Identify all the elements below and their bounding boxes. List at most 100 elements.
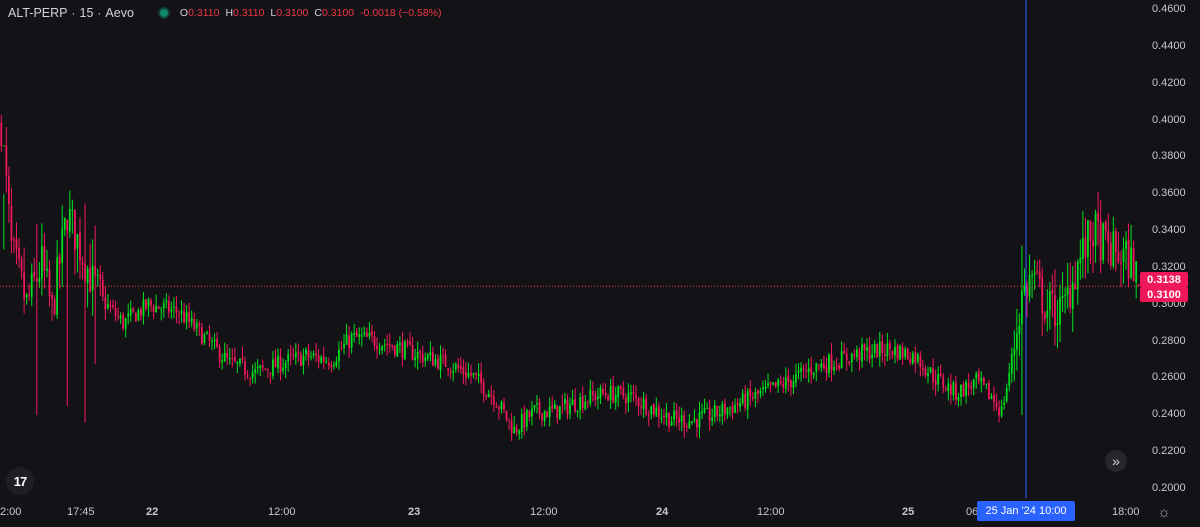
candle-body [332,364,335,367]
candle [1112,216,1115,269]
candle [863,343,866,361]
tradingview-logo-icon[interactable]: 17 [6,467,34,495]
candle-body [348,335,350,348]
price-tick-label: 0.4200 [1152,76,1186,89]
candle-body [640,406,642,408]
candle [990,393,993,400]
candle [866,338,868,362]
candle [690,420,693,425]
candle [61,205,64,287]
high-value: 0.3110 [233,7,265,19]
candle [965,379,967,404]
candle [25,293,28,305]
candle [734,398,736,414]
time-tick-label: 18:00 [1112,506,1140,518]
candle [7,166,10,223]
candle-body [744,393,747,409]
candle [652,403,655,418]
candle-body [990,396,993,399]
candle-body [33,271,36,278]
candle-body [678,416,681,423]
candle-body [1089,220,1092,241]
price-axis[interactable]: 0.2000 0.2200 0.2400 0.2600 0.2800 0.3000 0.32… [1140,0,1200,498]
candle-body [317,355,320,362]
candle [597,387,599,410]
candle-body [216,338,218,347]
candle-body [624,398,627,404]
time-tick-label: 12:00 [268,506,296,518]
candle [411,336,414,361]
time-axis[interactable]: 2:00 17:45 22 12:00 23 12:00 24 12:00 25 06 18:00 [0,498,1140,527]
candle [89,244,92,293]
candle [1097,191,1099,246]
candle [287,349,290,372]
candle [1114,227,1117,272]
candle [985,383,988,390]
legend-symbol[interactable]: ALT-PERP [8,6,68,20]
candle [1005,383,1008,404]
candlestick-chart[interactable] [0,0,1200,527]
candle-body [833,367,835,371]
candle-body [894,346,896,356]
scroll-to-realtime-icon[interactable]: » [1105,450,1127,472]
candle [223,342,226,362]
candle [335,356,338,368]
candle-body [289,353,292,355]
candle-body [335,361,338,366]
candle [1117,231,1120,264]
candle-body [142,299,145,316]
candle [988,379,990,400]
candle [1038,259,1041,288]
candle-body [396,343,399,357]
candle [272,351,274,380]
legend-interval[interactable]: 15 [80,6,94,20]
candle-body [769,382,772,386]
candle [889,340,891,361]
candle-body [579,397,582,411]
market-status-icon[interactable] [159,9,168,17]
candle-body [447,368,450,371]
candle-body [411,345,414,360]
candle-body [576,410,579,413]
candle [584,394,587,411]
candle [934,369,937,396]
candle-body [208,333,211,341]
candle [886,332,889,362]
candle [498,404,500,420]
candle [170,301,173,319]
candle-body [239,358,241,364]
candle [741,388,744,406]
candle-body [185,312,188,322]
candle [1109,232,1112,270]
candle-body [736,403,739,406]
candle [665,403,668,426]
candle [244,356,246,381]
candle-body [942,376,945,388]
candle [1054,269,1056,346]
open-value: 0.3110 [188,7,220,19]
candle [1033,259,1036,290]
candle-body [297,352,300,354]
candle [112,299,114,310]
candle-body [449,371,452,373]
candle-body [371,331,373,336]
candle [68,190,71,238]
gear-icon[interactable]: ☼ [1155,503,1173,521]
candle-body [754,391,757,399]
candle [574,388,576,414]
candle [421,346,424,368]
chart-pane[interactable]: ALT-PERP · 15 · Aevo O 0.3110 H 0.3110 L… [0,0,1200,527]
candle-body [726,408,729,415]
candle-body [1104,222,1107,232]
candle [558,405,561,420]
candle [454,362,457,373]
candle [360,327,363,347]
candle-body [878,341,881,357]
candle-body [0,122,3,147]
candle-body [475,372,477,375]
candle [581,386,584,414]
candle-body [1079,257,1082,264]
candle-body [261,365,264,368]
candle-body [46,268,48,271]
candle [731,401,734,420]
